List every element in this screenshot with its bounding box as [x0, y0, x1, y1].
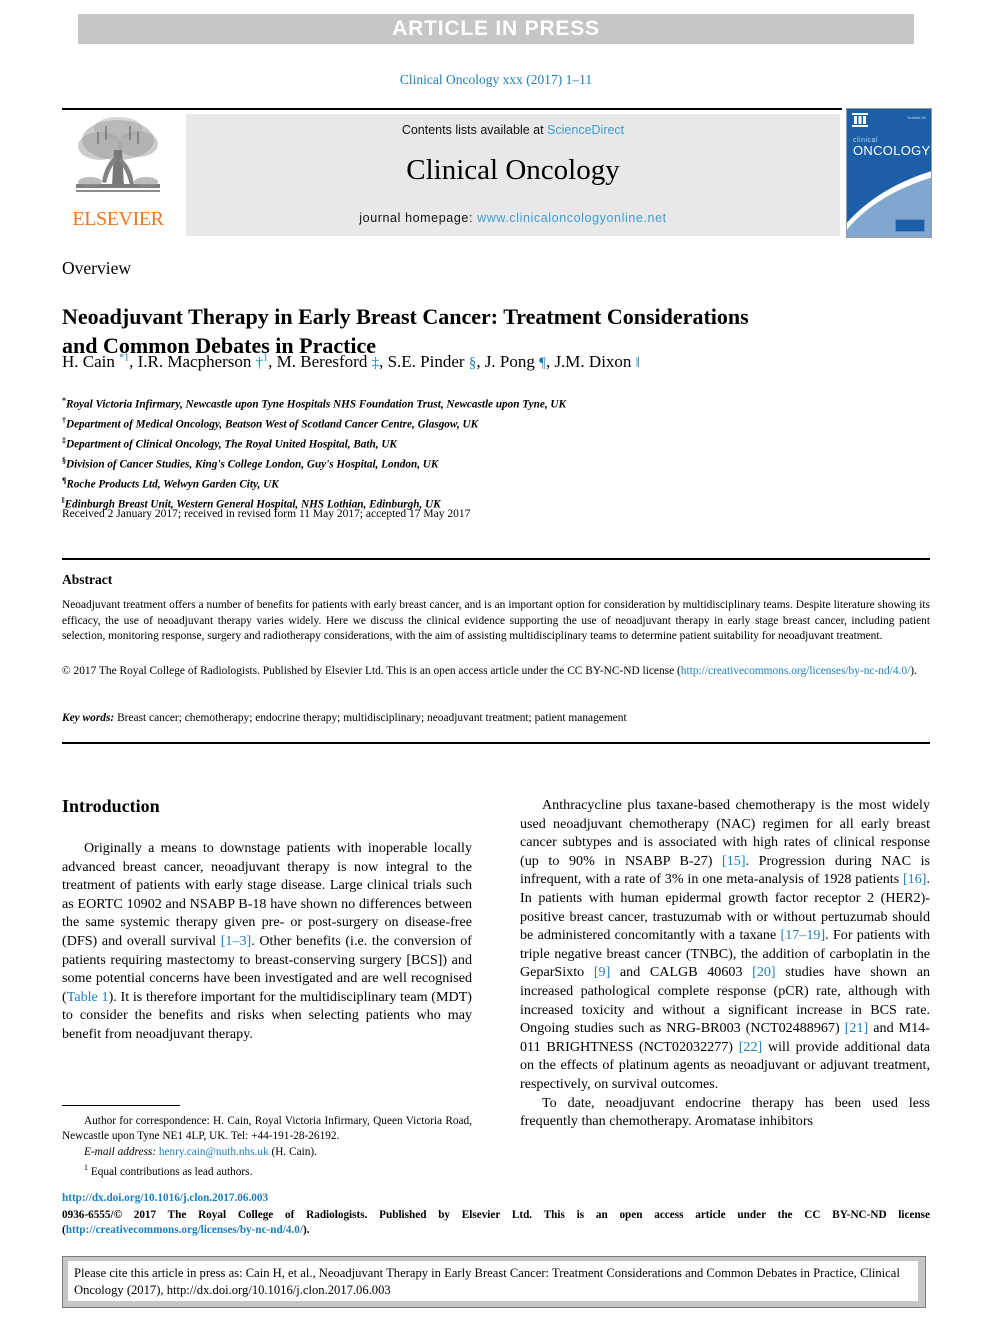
- equal-contributions-note: 1 Equal contributions as lead authors.: [62, 1160, 472, 1180]
- right-paragraph-2: To date, neoadjuvant endocrine therapy h…: [520, 1094, 930, 1130]
- footnote-divider: [62, 1105, 180, 1106]
- cover-badge: [895, 219, 925, 232]
- left-column: Introduction Originally a means to downs…: [62, 796, 472, 1044]
- keywords-line: Key words: Breast cancer; chemotherapy; …: [62, 712, 930, 724]
- abstract-top-rule: [62, 558, 930, 560]
- abstract-copyright-line: © 2017 The Royal College of Radiologists…: [62, 664, 930, 680]
- issn-copyright-line: 0936-6555/© 2017 The Royal College of Ra…: [62, 1208, 930, 1239]
- email-link[interactable]: henry.cain@nuth.nhs.uk: [159, 1146, 269, 1158]
- citation-box-inner: Please cite this article in press as: Ca…: [68, 1261, 918, 1301]
- affiliation-item: ‡Department of Clinical Oncology, The Ro…: [62, 433, 922, 453]
- table-1-link[interactable]: Table 1: [67, 989, 109, 1005]
- citation-box: Please cite this article in press as: Ca…: [62, 1256, 926, 1308]
- doi-link[interactable]: http://dx.doi.org/10.1016/j.clon.2017.06…: [62, 1192, 268, 1204]
- reference-link-1-3[interactable]: [1–3]: [221, 933, 252, 949]
- introduction-heading: Introduction: [62, 796, 160, 816]
- creativecommons-link[interactable]: http://creativecommons.org/licenses/by-n…: [681, 665, 910, 677]
- journal-cover-thumbnail: Volume 00 clinical ONCOLOGY: [846, 108, 932, 238]
- elsevier-wordmark: ELSEVIER: [72, 208, 164, 230]
- journal-homepage-link[interactable]: www.clinicaloncologyonline.net: [477, 211, 667, 225]
- copyright-prefix: © 2017 The Royal College of Radiologists…: [62, 665, 681, 677]
- abstract-heading: Abstract: [62, 572, 113, 587]
- reference-link-16[interactable]: [16]: [903, 871, 926, 887]
- affiliation-item: ¶Roche Products Ltd, Welwyn Garden City,…: [62, 473, 922, 493]
- article-kind-label: Overview: [62, 258, 132, 278]
- reference-link-21[interactable]: [21]: [845, 1020, 868, 1036]
- journal-masthead: ELSEVIER Contents lists available at Sci…: [62, 108, 932, 238]
- reference-link-9[interactable]: [9]: [594, 964, 610, 980]
- right-column: Anthracycline plus taxane-based chemothe…: [520, 796, 930, 1131]
- keywords-label: Key words:: [62, 712, 115, 724]
- abstract-bottom-rule: [62, 742, 930, 744]
- affiliation-item: *Royal Victoria Infirmary, Newcastle upo…: [62, 393, 922, 413]
- homepage-prefix: journal homepage:: [359, 211, 478, 225]
- affiliation-item: †Department of Medical Oncology, Beatson…: [62, 413, 922, 433]
- email-suffix: (H. Cain).: [268, 1145, 317, 1158]
- reference-link-22[interactable]: [22]: [739, 1039, 762, 1055]
- journal-title: Clinical Oncology: [406, 154, 620, 186]
- right-text-e: and CALGB 40603: [610, 964, 753, 981]
- right-paragraph-1: Anthracycline plus taxane-based chemothe…: [520, 796, 930, 1094]
- reference-link-20[interactable]: [20]: [752, 964, 775, 980]
- issn-suffix: ).: [302, 1224, 310, 1237]
- affiliation-text: Royal Victoria Infirmary, Newcastle upon…: [66, 398, 566, 411]
- masthead-center-panel: Contents lists available at ScienceDirec…: [186, 114, 840, 236]
- citation-text: Please cite this article in press as: Ca…: [74, 1266, 900, 1297]
- article-in-press-label: ARTICLE IN PRESS: [392, 17, 600, 40]
- contents-lists-line: Contents lists available at ScienceDirec…: [186, 123, 840, 137]
- author-list: H. Cain *1, I.R. Macpherson †1, M. Beres…: [62, 352, 640, 371]
- journal-homepage-line: journal homepage: www.clinicaloncologyon…: [186, 211, 840, 225]
- journal-reference-line: Clinical Oncology xxx (2017) 1–11: [399, 72, 593, 87]
- affiliation-text: Roche Products Ltd, Welwyn Garden City, …: [66, 478, 279, 491]
- received-dates: Received 2 January 2017; received in rev…: [62, 508, 471, 520]
- introduction-paragraph-1: Originally a means to downstage patients…: [62, 839, 472, 1044]
- article-in-press-banner: ARTICLE IN PRESS: [78, 14, 914, 44]
- affiliation-text: Department of Clinical Oncology, The Roy…: [66, 438, 397, 451]
- footer-creativecommons-link[interactable]: http://creativecommons.org/licenses/by-n…: [66, 1224, 303, 1236]
- affiliation-list: *Royal Victoria Infirmary, Newcastle upo…: [62, 393, 922, 513]
- elsevier-logo: ELSEVIER: [62, 114, 174, 236]
- elsevier-tree-icon: [76, 117, 160, 192]
- email-note: E-mail address: henry.cain@nuth.nhs.uk (…: [62, 1145, 472, 1160]
- affiliation-item: §Division of Cancer Studies, King's Coll…: [62, 453, 922, 473]
- contents-prefix: Contents lists available at: [401, 123, 548, 137]
- cover-corner-text: Volume 00: [907, 115, 926, 120]
- affiliation-text: Division of Cancer Studies, King's Colle…: [66, 458, 439, 471]
- footnote-block: Author for correspondence: H. Cain, Roya…: [62, 1105, 472, 1180]
- correspondence-note: Author for correspondence: H. Cain, Roya…: [62, 1115, 472, 1143]
- email-label: E-mail address:: [84, 1145, 157, 1158]
- sciencedirect-link[interactable]: ScienceDirect: [547, 123, 624, 137]
- reference-link-17-19[interactable]: [17–19]: [781, 927, 826, 943]
- equal-contributions-text: Equal contributions as lead authors.: [90, 1165, 253, 1178]
- cover-big-title: ONCOLOGY: [853, 143, 931, 158]
- intro-text-c: ). It is therefore important for the mul…: [62, 988, 472, 1042]
- equal-contributions-marker: 1: [84, 1163, 88, 1173]
- keywords-values: Breast cancer; chemotherapy; endocrine t…: [114, 712, 627, 724]
- abstract-text: Neoadjuvant treatment offers a number of…: [62, 599, 930, 643]
- cover-elsevier-icon: [852, 113, 868, 127]
- masthead-top-rule: [62, 108, 842, 110]
- copyright-suffix: ).: [910, 665, 917, 677]
- affiliation-text: Department of Medical Oncology, Beatson …: [66, 418, 479, 431]
- reference-link-15[interactable]: [15]: [722, 853, 745, 869]
